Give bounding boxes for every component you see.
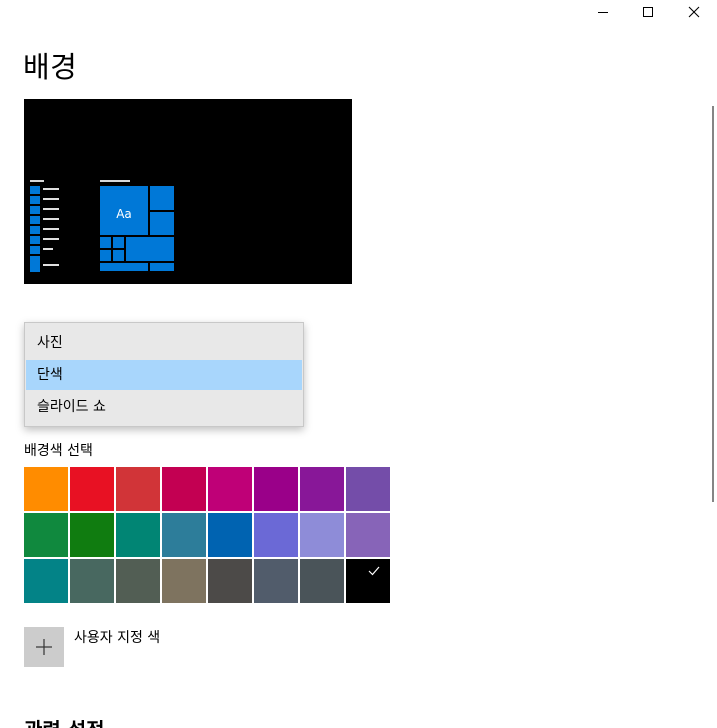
color-picker-label: 배경색 선택 [24, 443, 93, 459]
color-swatch[interactable] [116, 467, 160, 511]
color-swatch[interactable] [162, 467, 206, 511]
plus-icon [36, 639, 52, 655]
color-swatch[interactable] [208, 559, 252, 603]
color-swatch[interactable] [24, 559, 68, 603]
preview-list-line [43, 198, 59, 200]
color-swatch[interactable] [208, 513, 252, 557]
preview-list-icon [30, 206, 40, 214]
preview-list-line [43, 264, 59, 266]
preview-list-icon [30, 264, 40, 272]
checkmark-icon [368, 566, 380, 576]
preview-list-icon [30, 256, 40, 264]
scrollbar[interactable] [712, 106, 714, 502]
color-swatch[interactable] [254, 513, 298, 557]
page-title: 배경 [23, 50, 78, 84]
preview-list-line [43, 218, 59, 220]
preview-tile [150, 186, 174, 210]
maximize-button[interactable] [625, 0, 671, 24]
preview-list-line [43, 248, 53, 250]
preview-list-icon [30, 186, 40, 194]
preview-tile [100, 263, 148, 271]
color-swatch[interactable] [70, 559, 114, 603]
color-swatch[interactable] [70, 513, 114, 557]
preview-start-bar [30, 180, 44, 182]
preview-tiles-bar [100, 180, 130, 182]
related-settings-title: 관련 설정 [24, 714, 105, 728]
dropdown-option-slideshow[interactable]: 슬라이드 쇼 [26, 392, 302, 422]
color-swatch[interactable] [162, 559, 206, 603]
background-type-dropdown[interactable]: 사진 단색 슬라이드 쇼 [24, 322, 304, 427]
color-swatch[interactable] [300, 559, 344, 603]
color-swatch[interactable] [24, 467, 68, 511]
color-swatch[interactable] [346, 559, 390, 603]
preview-list-icon [30, 246, 40, 254]
preview-list-line [43, 238, 59, 240]
color-swatch[interactable] [346, 513, 390, 557]
preview-list-line [43, 188, 59, 190]
color-swatch[interactable] [254, 559, 298, 603]
color-swatch[interactable] [300, 513, 344, 557]
color-swatch[interactable] [116, 559, 160, 603]
color-swatch[interactable] [208, 467, 252, 511]
preview-list-icon [30, 226, 40, 234]
preview-small-tile [113, 250, 124, 261]
close-icon [688, 6, 700, 18]
custom-color-button[interactable] [24, 627, 64, 667]
custom-color-label[interactable]: 사용자 지정 색 [74, 627, 160, 647]
color-swatch[interactable] [162, 513, 206, 557]
minimize-icon [598, 12, 608, 13]
dropdown-option-picture[interactable]: 사진 [26, 328, 302, 358]
minimize-button[interactable] [580, 0, 626, 24]
color-swatch[interactable] [116, 513, 160, 557]
preview-list-line [43, 228, 59, 230]
settings-window: 배경 Aa 사진 단색 슬라이드 쇼 배경색 선택 사용자 지정 색 [0, 0, 717, 728]
preview-list-icon [30, 236, 40, 244]
maximize-icon [643, 7, 653, 17]
dropdown-option-solid-color[interactable]: 단색 [26, 360, 302, 390]
color-swatch[interactable] [346, 467, 390, 511]
preview-tile [150, 263, 174, 271]
color-swatch[interactable] [300, 467, 344, 511]
preview-list-icon [30, 216, 40, 224]
preview-tile [150, 212, 174, 235]
preview-list-line [43, 208, 59, 210]
color-swatch[interactable] [70, 467, 114, 511]
preview-tile-label: Aa [116, 206, 132, 221]
background-preview [24, 99, 352, 284]
preview-list-icon [30, 196, 40, 204]
preview-small-tile [100, 250, 111, 261]
color-swatch[interactable] [254, 467, 298, 511]
close-button[interactable] [671, 0, 717, 24]
color-swatch[interactable] [24, 513, 68, 557]
